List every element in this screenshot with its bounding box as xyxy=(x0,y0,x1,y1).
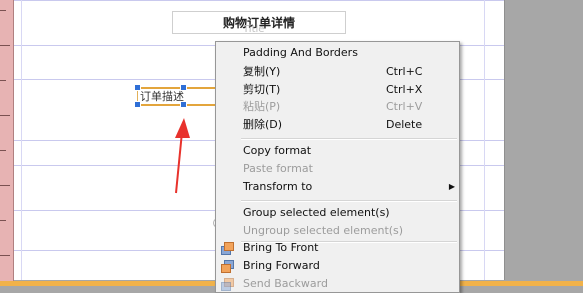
menu-item-padding-and-borders[interactable]: Padding And Borders xyxy=(216,44,459,62)
menu-item-cut[interactable]: 剪切(T) Ctrl+X xyxy=(216,81,459,99)
menu-item-delete[interactable]: 删除(D) Delete xyxy=(216,116,459,134)
menu-separator xyxy=(241,138,457,140)
menu-item-label: Copy format xyxy=(243,144,312,157)
menu-item-label: Padding And Borders xyxy=(243,46,358,59)
menu-item-label: 剪切(T) xyxy=(243,83,281,96)
menu-item-copy[interactable]: 复制(Y) Ctrl+C xyxy=(216,63,459,81)
bring-to-front-icon xyxy=(221,242,234,255)
menu-item-label: Paste format xyxy=(243,162,313,175)
annotation-arrowhead xyxy=(175,118,190,138)
submenu-arrow-icon: ▶ xyxy=(448,182,455,191)
menu-item-label: Transform to xyxy=(243,180,313,193)
send-backward-icon xyxy=(221,278,234,291)
menu-item-paste-format[interactable]: Paste format xyxy=(216,160,459,178)
menu-item-shortcut: Ctrl+C xyxy=(386,65,423,78)
menu-item-copy-format[interactable]: Copy format xyxy=(216,142,459,160)
menu-item-label: 粘贴(P) xyxy=(243,100,281,113)
menu-item-label: 复制(Y) xyxy=(243,65,281,78)
menu-item-label: Ungroup selected element(s) xyxy=(243,224,404,237)
menu-item-shortcut: Ctrl+X xyxy=(386,83,423,96)
menu-separator xyxy=(241,200,457,202)
menu-item-shortcut: Delete xyxy=(386,118,423,131)
menu-item-send-backward[interactable]: Send Backward xyxy=(216,275,459,293)
annotation-arrow-shaft xyxy=(175,131,183,194)
menu-item-bring-forward[interactable]: Bring Forward xyxy=(216,257,459,275)
menu-item-label: Send Backward xyxy=(243,277,328,290)
menu-item-shortcut: Ctrl+V xyxy=(386,100,423,113)
context-menu: Padding And Borders 复制(Y) Ctrl+C 剪切(T) C… xyxy=(215,41,460,293)
menu-item-label: 删除(D) xyxy=(243,118,283,131)
menu-item-group[interactable]: Group selected element(s) xyxy=(216,204,459,222)
menu-item-paste[interactable]: 粘贴(P) Ctrl+V xyxy=(216,98,459,116)
menu-item-bring-to-front[interactable]: Bring To Front xyxy=(216,239,459,257)
menu-item-label: Bring To Front xyxy=(243,241,319,254)
menu-item-transform-to[interactable]: Transform to ▶ xyxy=(216,178,459,196)
menu-item-label: Bring Forward xyxy=(243,259,320,272)
menu-item-label: Group selected element(s) xyxy=(243,206,390,219)
bring-forward-icon xyxy=(221,260,234,273)
menu-item-ungroup[interactable]: Ungroup selected element(s) xyxy=(216,222,459,240)
